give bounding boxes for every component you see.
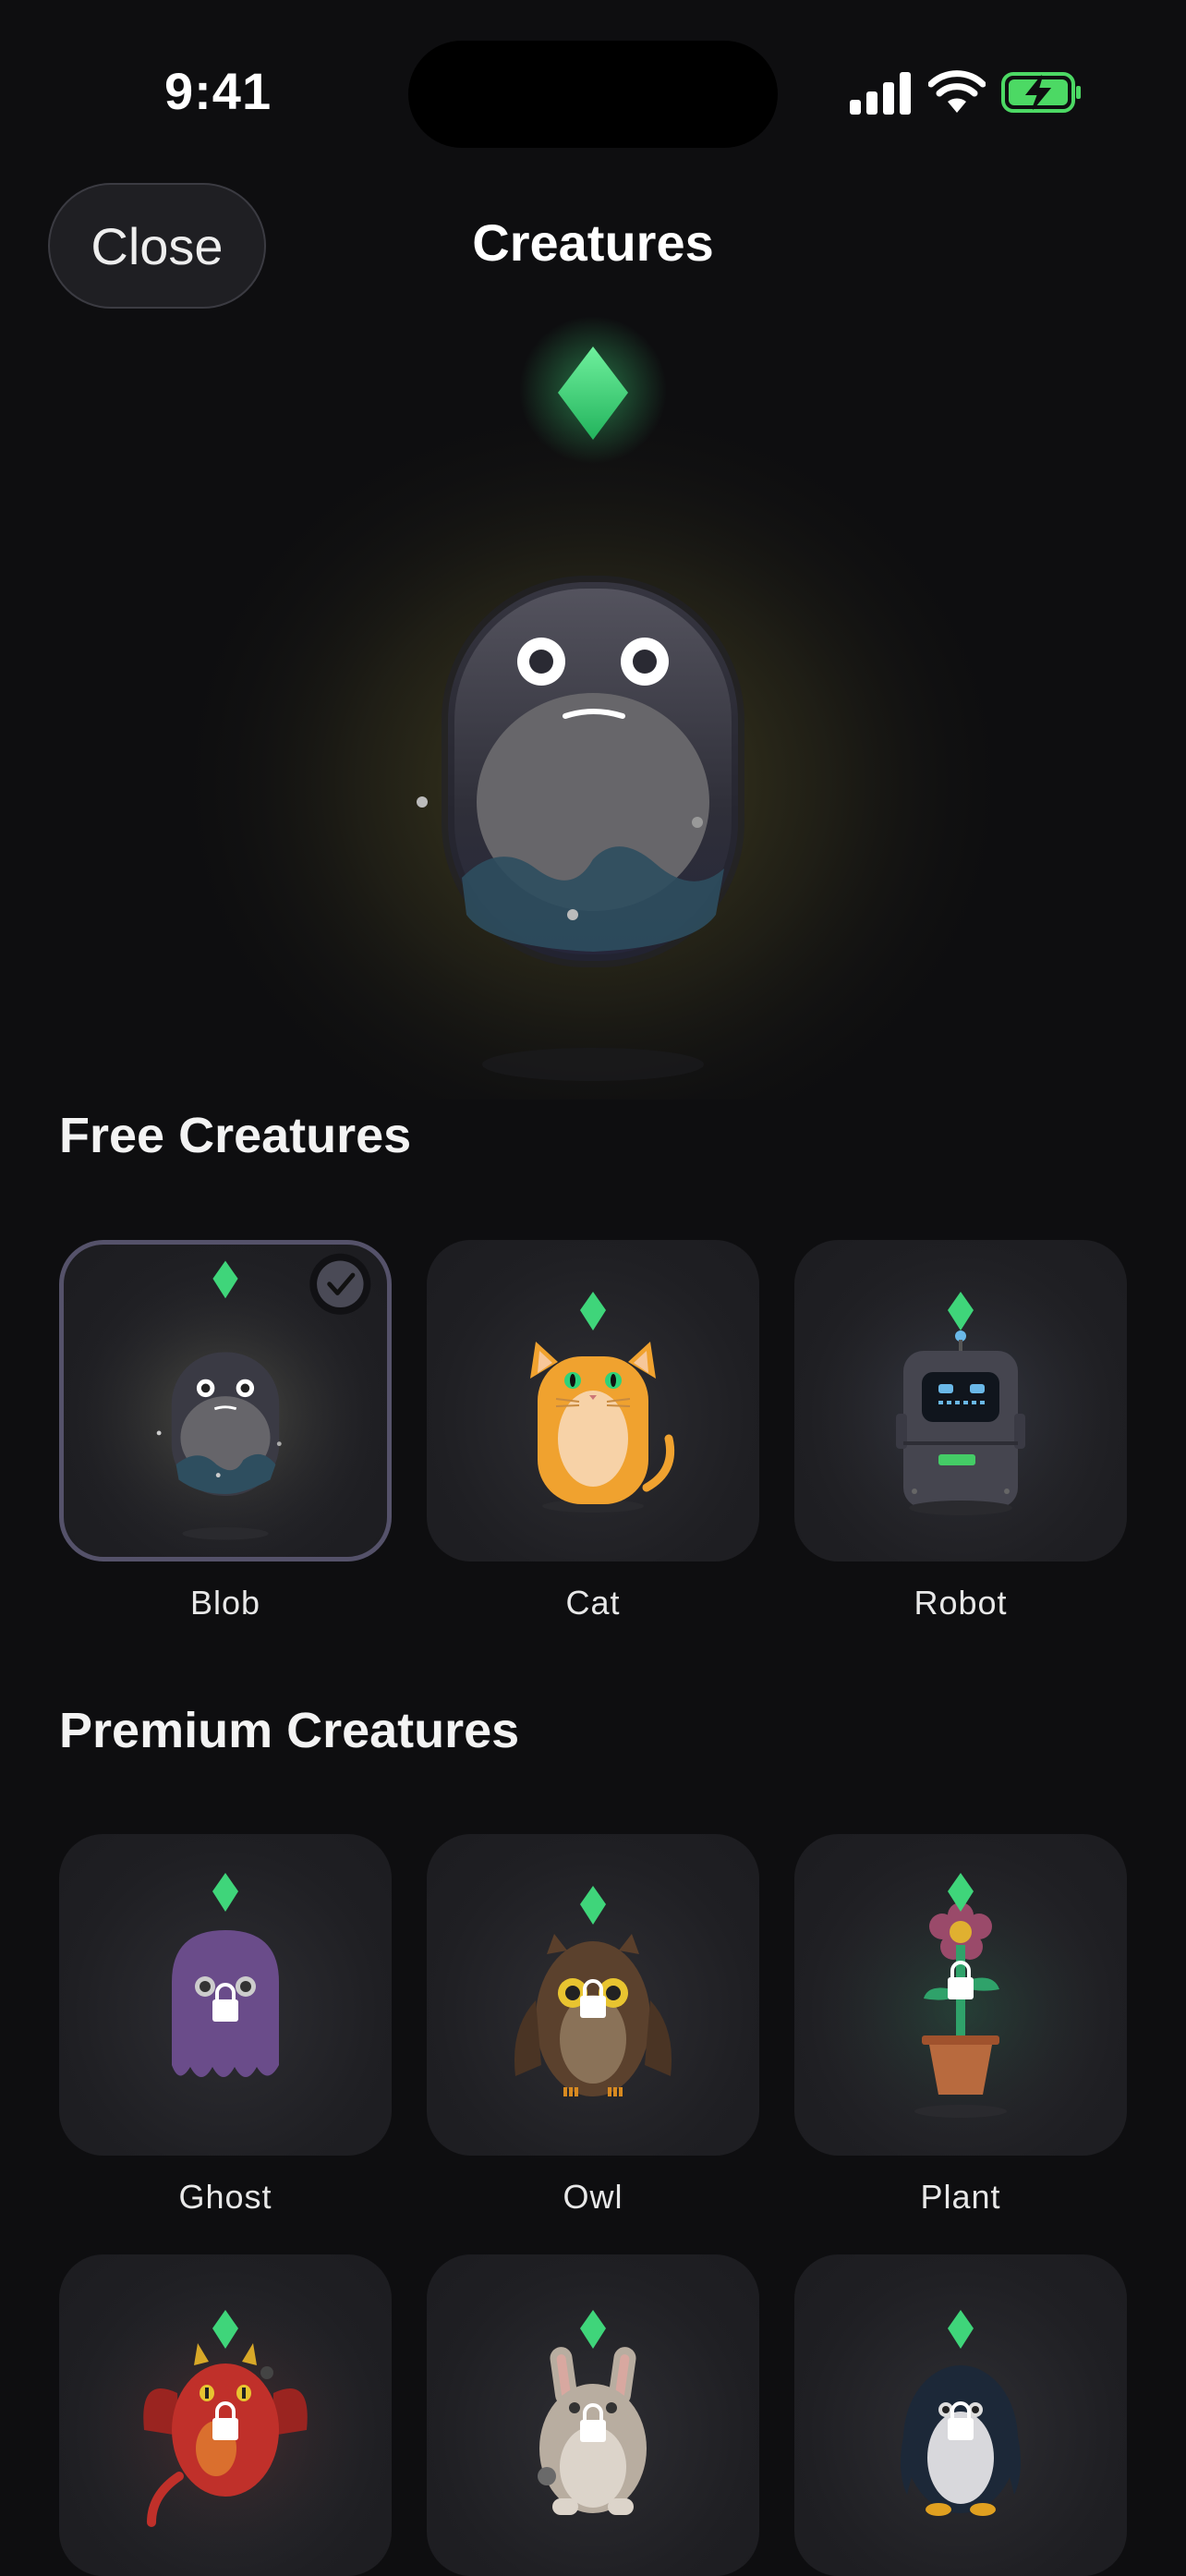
free-creatures-heading: Free Creatures bbox=[59, 1108, 412, 1163]
creature-label-owl: Owl bbox=[563, 2178, 623, 2216]
creature-label-robot: Robot bbox=[914, 1584, 1008, 1622]
creature-card-blob[interactable] bbox=[59, 1240, 392, 1561]
status-time: 9:41 bbox=[164, 62, 272, 120]
gem-icon bbox=[948, 2310, 974, 2349]
creature-label-blob: Blob bbox=[189, 1584, 261, 1622]
creature-card-robot[interactable] bbox=[794, 1240, 1127, 1561]
creature-label-cat: Cat bbox=[565, 1584, 621, 1622]
creature-card-cat[interactable] bbox=[427, 1240, 759, 1561]
hero-creature-preview bbox=[159, 316, 1027, 1100]
creature-card-plant[interactable] bbox=[794, 1834, 1127, 2156]
blob-creature bbox=[442, 576, 744, 967]
gem-icon bbox=[580, 1886, 606, 1925]
creature-label-ghost: Ghost bbox=[178, 2178, 272, 2216]
battery-charging-icon bbox=[1001, 72, 1081, 113]
premium-creatures-heading: Premium Creatures bbox=[59, 1703, 520, 1758]
creature-card-dragon[interactable] bbox=[59, 2254, 392, 2576]
signal-icon bbox=[850, 72, 911, 115]
gem-icon bbox=[212, 1873, 238, 1912]
gem-icon bbox=[580, 2310, 606, 2349]
gem-icon bbox=[580, 1292, 606, 1331]
selected-check-icon bbox=[309, 1253, 371, 1315]
page-title: Creatures bbox=[472, 213, 714, 272]
creature-card-ghost[interactable] bbox=[59, 1834, 392, 2156]
creature-card-penguin[interactable] bbox=[794, 2254, 1127, 2576]
dynamic-island bbox=[408, 41, 778, 148]
creature-card-bunny[interactable] bbox=[427, 2254, 759, 2576]
wifi-icon bbox=[928, 70, 986, 113]
creature-card-owl[interactable] bbox=[427, 1834, 759, 2156]
creature-label-plant: Plant bbox=[920, 2178, 1001, 2216]
